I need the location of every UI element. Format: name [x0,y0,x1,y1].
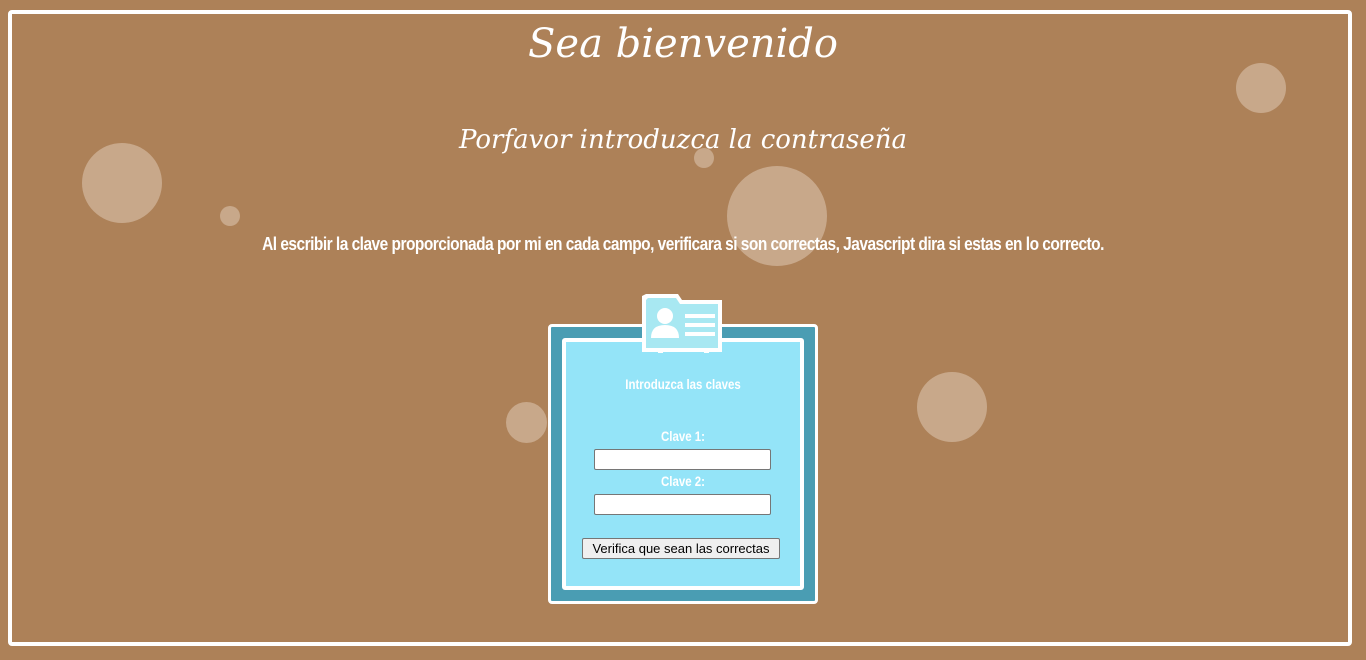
id-card-icon [642,294,722,353]
form-heading: Introduzca las claves [625,376,741,392]
password-form: Introduzca las claves Clave 1: Clave 2: … [562,338,804,590]
decorative-bubble [917,372,987,442]
verify-button[interactable]: Verifica que sean las correctas [582,538,780,559]
password-card: Introduzca las claves Clave 1: Clave 2: … [548,324,818,604]
instructions-text: Al escribir la clave proporcionada por m… [262,234,1104,254]
decorative-bubble [220,206,240,226]
clave-1-input[interactable] [594,449,771,470]
clave-1-label: Clave 1: [660,428,706,444]
decorative-bubble [506,402,547,443]
page-title: Sea bienvenido [528,21,838,67]
clave-2-input[interactable] [594,494,771,515]
clave-2-label: Clave 2: [660,473,706,489]
page-subtitle: Porfavor introduzca la contraseña [458,125,908,155]
